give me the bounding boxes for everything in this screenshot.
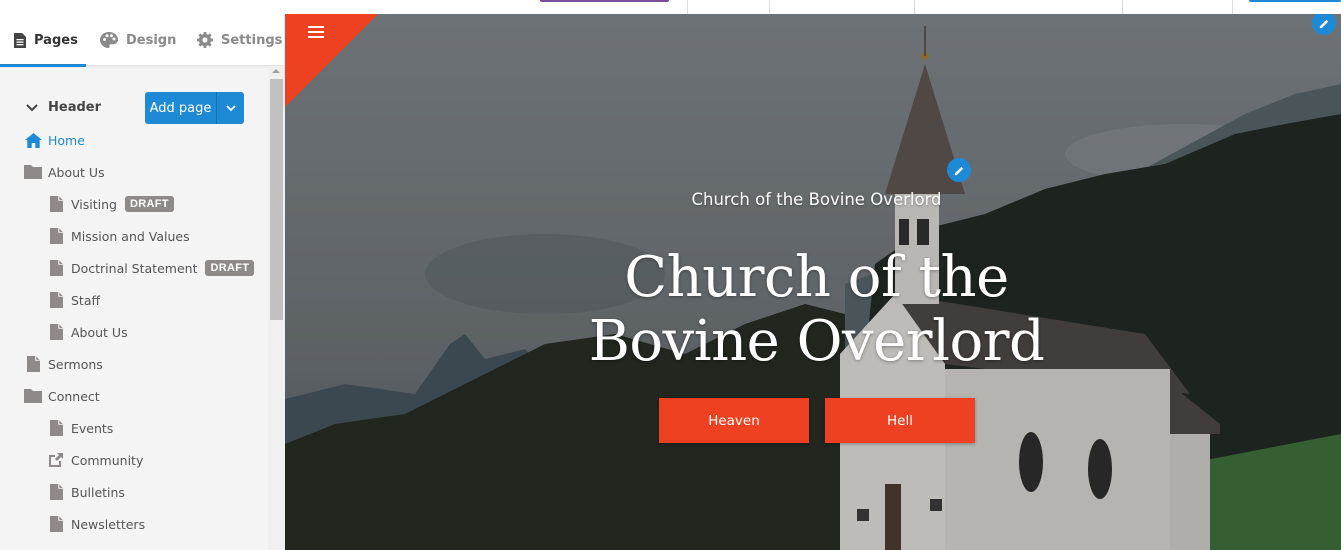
site-preview-hero: Church of the Bovine Overlord Church of … <box>285 14 1341 550</box>
page-tree-item-label: About Us <box>48 164 105 180</box>
page-icon <box>47 227 65 245</box>
page-tree-item[interactable]: About Us <box>24 156 105 188</box>
toolbar-divider <box>914 0 915 14</box>
page-tree-item-label: Community <box>71 452 144 468</box>
chevron-down-icon[interactable] <box>24 100 40 116</box>
palette-icon <box>100 32 118 48</box>
page-icon <box>47 483 65 501</box>
toolbar-divider <box>687 0 688 14</box>
hero-title-line-2: Bovine Overlord <box>588 309 1045 374</box>
page-tree-item-label: Events <box>71 420 114 436</box>
add-page-label[interactable]: Add page <box>145 92 217 124</box>
hell-button[interactable]: Hell <box>825 398 975 443</box>
menu-corner-tab <box>285 14 378 107</box>
page-tree-item[interactable]: Doctrinal Statement DRAFT <box>47 252 255 284</box>
page-tree-item[interactable]: Staff <box>47 284 100 316</box>
page-icon <box>47 291 65 309</box>
page-icon <box>24 355 42 373</box>
page-tree-item-label: About Us <box>71 324 128 340</box>
page-tree-item-label: Staff <box>71 292 101 308</box>
page-icon <box>47 323 65 341</box>
pages-sidebar: Pages Design Settings Header Add page Ho… <box>0 14 285 550</box>
page-tree-item[interactable]: Mission and Values <box>47 220 190 252</box>
tab-settings[interactable]: Settings <box>197 14 282 66</box>
hero-title[interactable]: Church of the Bovine Overlord <box>285 246 1341 374</box>
heaven-button[interactable]: Heaven <box>659 398 809 443</box>
tab-settings-label: Settings <box>221 32 283 48</box>
hamburger-menu-icon[interactable] <box>308 26 324 39</box>
add-page-button[interactable]: Add page <box>145 92 244 124</box>
page-tree-item[interactable]: Sermons <box>24 348 103 380</box>
page-tree-item-label: Sermons <box>48 356 103 372</box>
home-icon <box>24 131 42 149</box>
page-tree-item[interactable]: Bulletins <box>47 476 125 508</box>
tab-pages[interactable]: Pages <box>0 14 86 67</box>
toolbar-divider <box>1232 0 1233 14</box>
page-tree-item-label: Bulletins <box>71 484 125 500</box>
page-tree-item[interactable]: Visiting DRAFT <box>47 188 174 220</box>
gear-icon <box>197 32 213 48</box>
tab-design-label: Design <box>126 32 177 48</box>
page-tree-item[interactable]: About Us <box>47 316 128 348</box>
scrollbar-thumb[interactable] <box>270 79 283 320</box>
page-tree-item-label: Visiting <box>71 196 117 212</box>
toolbar-tab-indicator-purple[interactable] <box>540 0 669 2</box>
page-tree-item-label: Connect <box>48 388 100 404</box>
page-icon <box>47 195 65 213</box>
toolbar-divider <box>769 0 770 14</box>
tab-pages-label: Pages <box>34 32 78 48</box>
scroll-up-arrow-icon[interactable] <box>272 69 280 73</box>
document-icon <box>14 32 26 48</box>
folder-icon <box>24 387 42 405</box>
draft-badge: DRAFT <box>124 196 174 212</box>
sidebar-tabs: Pages Design Settings <box>0 14 285 67</box>
edit-text-pencil-icon[interactable] <box>947 158 971 182</box>
page-icon <box>47 259 65 277</box>
tab-design[interactable]: Design <box>100 14 176 66</box>
page-tree-item[interactable]: Community <box>47 444 143 476</box>
page-tree-item-label: Mission and Values <box>71 228 190 244</box>
external-link-icon <box>47 451 65 469</box>
page-icon <box>47 419 65 437</box>
sidebar-scrollbar[interactable] <box>268 66 285 550</box>
chevron-down-icon <box>225 105 236 112</box>
section-label: Header <box>48 100 102 115</box>
page-tree-item[interactable]: Connect <box>24 380 100 412</box>
hero-title-line-1: Church of the <box>624 245 1009 310</box>
hero-subtitle[interactable]: Church of the Bovine Overlord <box>285 190 1341 209</box>
top-toolbar <box>0 0 1341 14</box>
page-tree-item[interactable]: Newsletters <box>47 508 145 540</box>
page-tree-item-label: Home <box>48 132 85 148</box>
toolbar-publish-button-edge[interactable] <box>1249 0 1341 2</box>
page-tree-item[interactable]: Home <box>24 124 85 156</box>
add-page-dropdown[interactable] <box>217 92 244 124</box>
toolbar-divider <box>1122 0 1123 14</box>
page-icon <box>47 515 65 533</box>
draft-badge: DRAFT <box>205 260 255 276</box>
folder-icon <box>24 163 42 181</box>
page-tree-item-label: Newsletters <box>71 516 146 532</box>
header-section: Header Add page <box>0 92 270 124</box>
page-tree-item-label: Doctrinal Statement <box>71 260 198 276</box>
page-tree-item[interactable]: Events <box>47 412 113 444</box>
